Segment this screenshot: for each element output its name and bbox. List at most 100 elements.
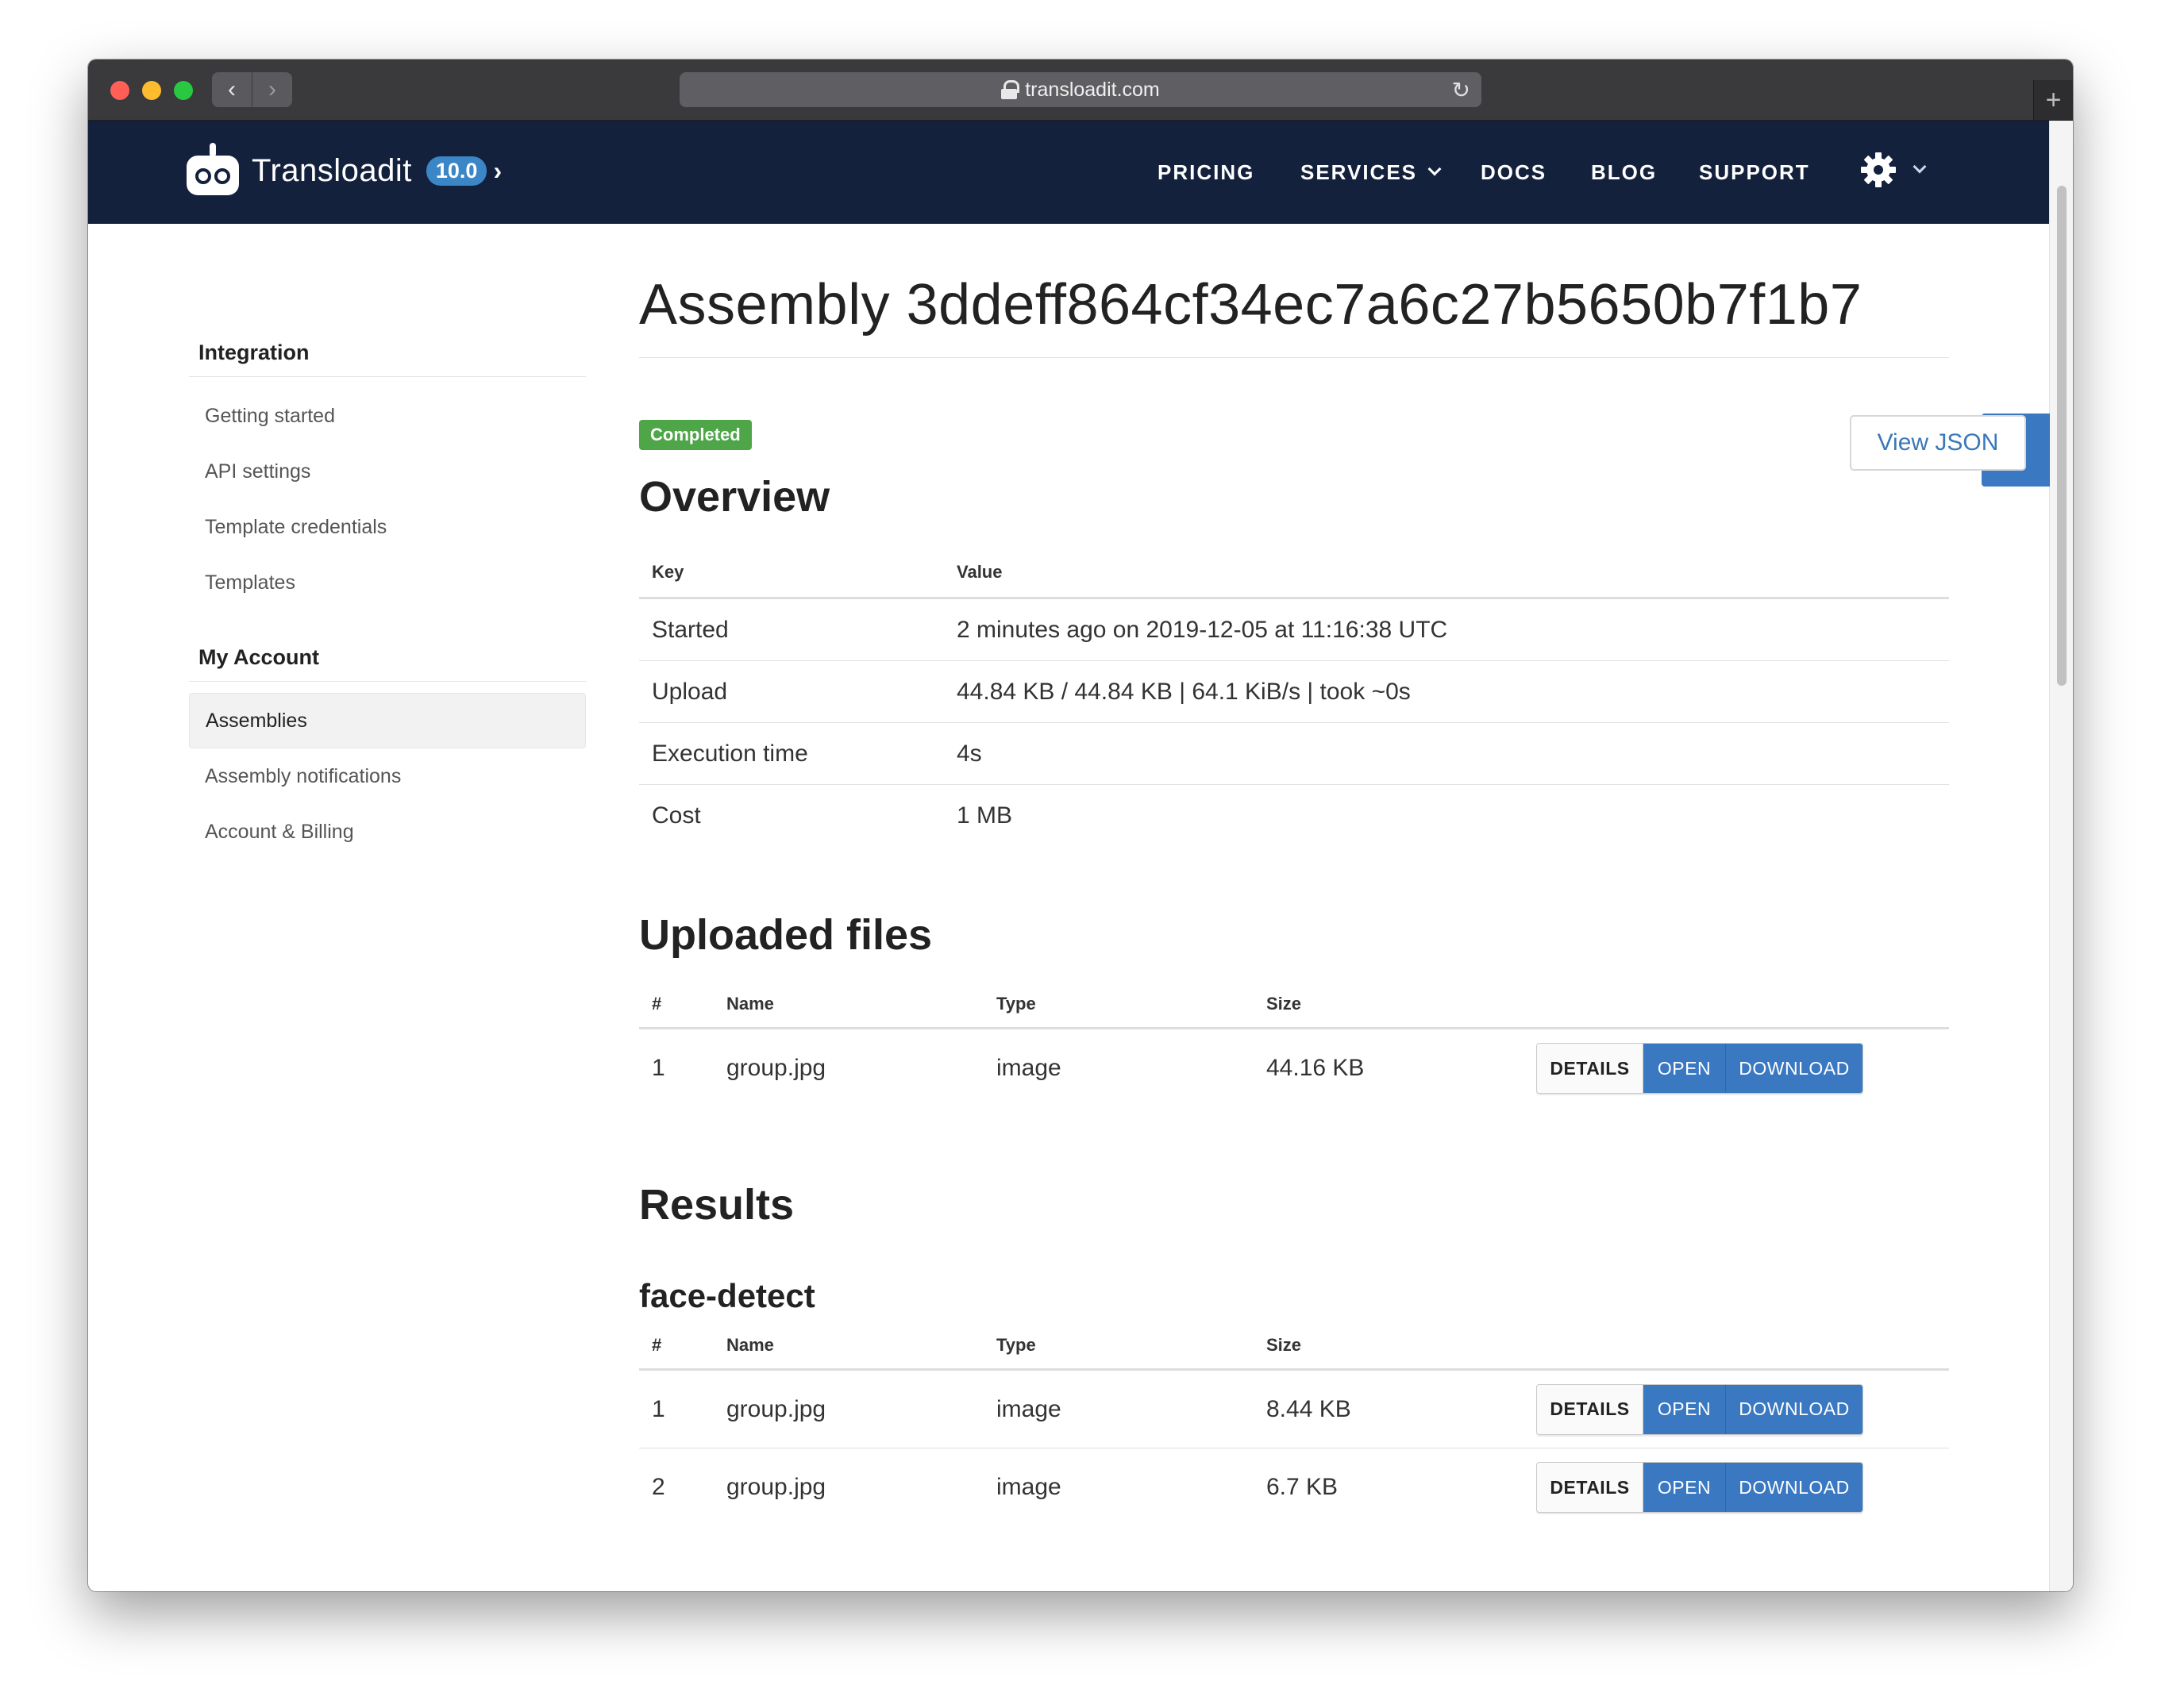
file-type: image	[996, 1055, 1061, 1081]
close-window-button[interactable]	[110, 81, 129, 100]
column-header-num: #	[652, 1335, 662, 1355]
column-header-num: #	[652, 994, 662, 1014]
details-button[interactable]: DETAILS	[1537, 1463, 1643, 1512]
browser-window: ‹ › transloadit.com ↻ + Transloadit 10.0…	[88, 60, 2073, 1591]
nav-services-label: SERVICES	[1300, 160, 1418, 184]
brand-name: Transloadit	[252, 152, 412, 188]
overview-value: 2 minutes ago on 2019-12-05 at 11:16:38 …	[957, 616, 1448, 643]
download-button[interactable]: DOWNLOAD	[1726, 1384, 1862, 1434]
file-actions: DETAILS OPEN DOWNLOAD	[1536, 1383, 1863, 1435]
table-header: Key Value	[639, 536, 1949, 599]
file-type: image	[996, 1395, 1061, 1422]
overview-heading: Overview	[639, 473, 830, 521]
sidebar-item-getting-started[interactable]: Getting started	[189, 388, 586, 444]
browser-titlebar: ‹ › transloadit.com ↻ +	[88, 60, 2073, 121]
brand-logo[interactable]: Transloadit 10.0 ›	[185, 143, 502, 198]
file-name: group.jpg	[726, 1055, 826, 1081]
overview-value: 1 MB	[957, 802, 1013, 829]
file-size: 8.44 KB	[1266, 1395, 1351, 1422]
sidebar-item-account-billing[interactable]: Account & Billing	[189, 804, 586, 860]
status-badge: Completed	[639, 420, 752, 450]
table-header: # Name Type Size	[639, 980, 1949, 1029]
table-row: Cost 1 MB	[639, 785, 1949, 847]
page-scrollbar[interactable]	[2049, 121, 2073, 1591]
sidebar-section-title: My Account	[189, 634, 586, 682]
site-header: Transloadit 10.0 › PRICING SERVICES DOCS…	[88, 121, 2049, 224]
nav-docs[interactable]: DOCS	[1481, 121, 1547, 224]
column-header-size: Size	[1266, 1335, 1302, 1355]
table-row: Execution time 4s	[639, 723, 1949, 785]
file-size: 6.7 KB	[1266, 1474, 1339, 1500]
plus-icon: +	[2045, 84, 2062, 115]
overview-key: Started	[652, 616, 729, 643]
open-button[interactable]: OPEN	[1643, 1463, 1726, 1512]
chevron-right-icon: ›	[493, 156, 503, 185]
chevron-down-icon	[1913, 160, 1927, 174]
version-badge[interactable]: 10.0	[426, 156, 487, 186]
chevron-left-icon: ‹	[228, 76, 236, 102]
robot-logo-icon	[185, 143, 241, 198]
column-header-value: Value	[957, 562, 1003, 582]
overview-table: Key Value Started 2 minutes ago on 2019-…	[639, 536, 1949, 847]
sidebar-section-title: Integration	[189, 329, 586, 377]
table-row: 2 group.jpg image 6.7 KB DETAILS OPEN DO…	[639, 1448, 1949, 1526]
column-header-name: Name	[726, 1335, 774, 1355]
file-type: image	[996, 1474, 1061, 1500]
results-table: # Name Type Size 1 group.jpg image 8.44 …	[639, 1321, 1949, 1526]
sidebar-item-template-credentials[interactable]: Template credentials	[189, 499, 586, 555]
column-header-key: Key	[652, 562, 684, 582]
results-heading: Results	[639, 1181, 795, 1229]
nav-blog[interactable]: BLOG	[1591, 121, 1657, 224]
uploaded-files-heading: Uploaded files	[639, 911, 933, 959]
column-header-type: Type	[996, 1335, 1036, 1355]
view-json-button[interactable]: View JSON	[1850, 415, 2026, 471]
table-row: 1 group.jpg image 8.44 KB DETAILS OPEN D…	[639, 1371, 1949, 1448]
nav-services[interactable]: SERVICES	[1300, 121, 1442, 224]
sidebar-item-assemblies[interactable]: Assemblies	[189, 693, 586, 748]
overview-key: Upload	[652, 678, 728, 705]
open-button[interactable]: OPEN	[1643, 1044, 1726, 1093]
file-number: 1	[652, 1055, 665, 1081]
minimize-window-button[interactable]	[142, 81, 161, 100]
overview-key: Cost	[652, 802, 701, 829]
file-number: 2	[652, 1474, 665, 1500]
uploaded-files-table: # Name Type Size 1 group.jpg image 44.16…	[639, 980, 1949, 1107]
overview-key: Execution time	[652, 740, 808, 767]
column-header-type: Type	[996, 994, 1036, 1014]
file-actions: DETAILS OPEN DOWNLOAD	[1536, 1462, 1863, 1513]
forward-button[interactable]: ›	[252, 72, 292, 107]
table-header: # Name Type Size	[639, 1321, 1949, 1371]
result-step-name: face-detect	[639, 1277, 815, 1314]
open-button[interactable]: OPEN	[1643, 1384, 1726, 1434]
nav-support[interactable]: SUPPORT	[1699, 121, 1810, 224]
column-header-size: Size	[1266, 994, 1302, 1014]
details-button[interactable]: DETAILS	[1537, 1044, 1643, 1093]
sidebar-item-api-settings[interactable]: API settings	[189, 444, 586, 499]
table-row: Upload 44.84 KB / 44.84 KB | 64.1 KiB/s …	[639, 661, 1949, 723]
reload-icon[interactable]: ↻	[1452, 77, 1470, 103]
file-actions: DETAILS OPEN DOWNLOAD	[1536, 1043, 1863, 1094]
file-size: 44.16 KB	[1266, 1055, 1365, 1081]
sidebar-item-assembly-notifications[interactable]: Assembly notifications	[189, 748, 586, 804]
scrollbar-thumb[interactable]	[2057, 186, 2067, 686]
nav-pricing[interactable]: PRICING	[1158, 121, 1254, 224]
sidebar-item-templates[interactable]: Templates	[189, 555, 586, 610]
details-button[interactable]: DETAILS	[1537, 1384, 1643, 1434]
main-content: Assembly 3ddeff864cf34ec7a6c27b5650b7f1b…	[639, 267, 2026, 1513]
file-name: group.jpg	[726, 1395, 826, 1422]
new-tab-button[interactable]: +	[2033, 80, 2073, 120]
url-text: transloadit.com	[1025, 78, 1160, 101]
overview-value: 44.84 KB / 44.84 KB | 64.1 KiB/s | took …	[957, 678, 1411, 705]
back-button[interactable]: ‹	[212, 72, 252, 107]
settings-menu[interactable]	[1859, 151, 1927, 189]
file-name: group.jpg	[726, 1474, 826, 1500]
overview-value: 4s	[957, 740, 982, 767]
file-number: 1	[652, 1395, 665, 1422]
table-row: Started 2 minutes ago on 2019-12-05 at 1…	[639, 599, 1949, 661]
download-button[interactable]: DOWNLOAD	[1726, 1463, 1862, 1512]
gear-icon	[1861, 152, 1896, 187]
download-button[interactable]: DOWNLOAD	[1726, 1044, 1862, 1093]
address-bar[interactable]: transloadit.com ↻	[680, 72, 1481, 107]
lock-icon	[1001, 80, 1020, 99]
zoom-window-button[interactable]	[174, 81, 193, 100]
